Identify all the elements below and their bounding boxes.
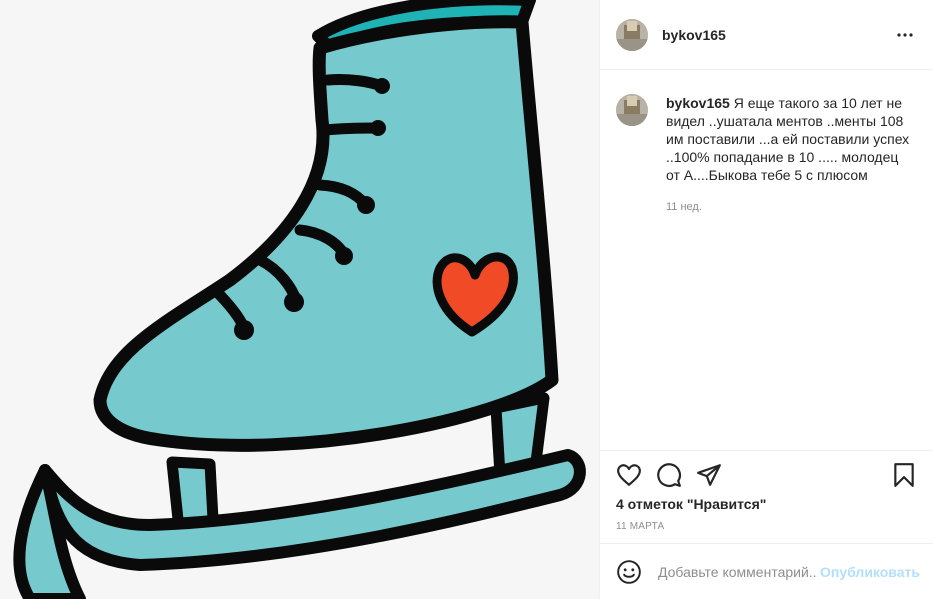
bookmark-icon[interactable]: [891, 462, 917, 488]
comments-section: bykov165 Я еще такого за 10 лет не видел…: [600, 70, 933, 446]
share-icon[interactable]: [696, 462, 722, 488]
heart-icon[interactable]: [616, 462, 642, 488]
avatar[interactable]: [616, 18, 648, 51]
ice-skate-illustration: [13, 0, 586, 599]
post-side-panel: bykov165 bykov165 Я еще такого за 10 лет…: [600, 0, 933, 599]
post-date[interactable]: 11 МАРТА: [616, 521, 917, 532]
action-icons: [616, 451, 917, 499]
post-author-username[interactable]: bykov165: [662, 27, 726, 43]
post-image[interactable]: [0, 0, 600, 599]
comment-username[interactable]: bykov165: [666, 95, 730, 111]
post-actions: 4 отметок "Нравится" 11 МАРТА: [600, 450, 933, 543]
comment-input[interactable]: [656, 562, 820, 581]
more-options-icon[interactable]: [893, 23, 917, 47]
comment-time[interactable]: 11 нед.: [666, 201, 917, 213]
publish-button[interactable]: Опубликовать: [820, 564, 920, 580]
comment-icon[interactable]: [656, 462, 682, 488]
instagram-post-modal: bykov165 bykov165 Я еще такого за 10 лет…: [0, 0, 933, 599]
avatar[interactable]: [616, 94, 648, 126]
post-header: bykov165: [600, 0, 933, 70]
smiley-icon[interactable]: [616, 559, 642, 585]
likes-count[interactable]: 4 отметок "Нравится": [616, 496, 917, 512]
add-comment-bar: Опубликовать: [600, 543, 933, 599]
comment-body: bykov165 Я еще такого за 10 лет не видел…: [666, 94, 911, 184]
caption-comment: bykov165 Я еще такого за 10 лет не видел…: [616, 86, 917, 184]
